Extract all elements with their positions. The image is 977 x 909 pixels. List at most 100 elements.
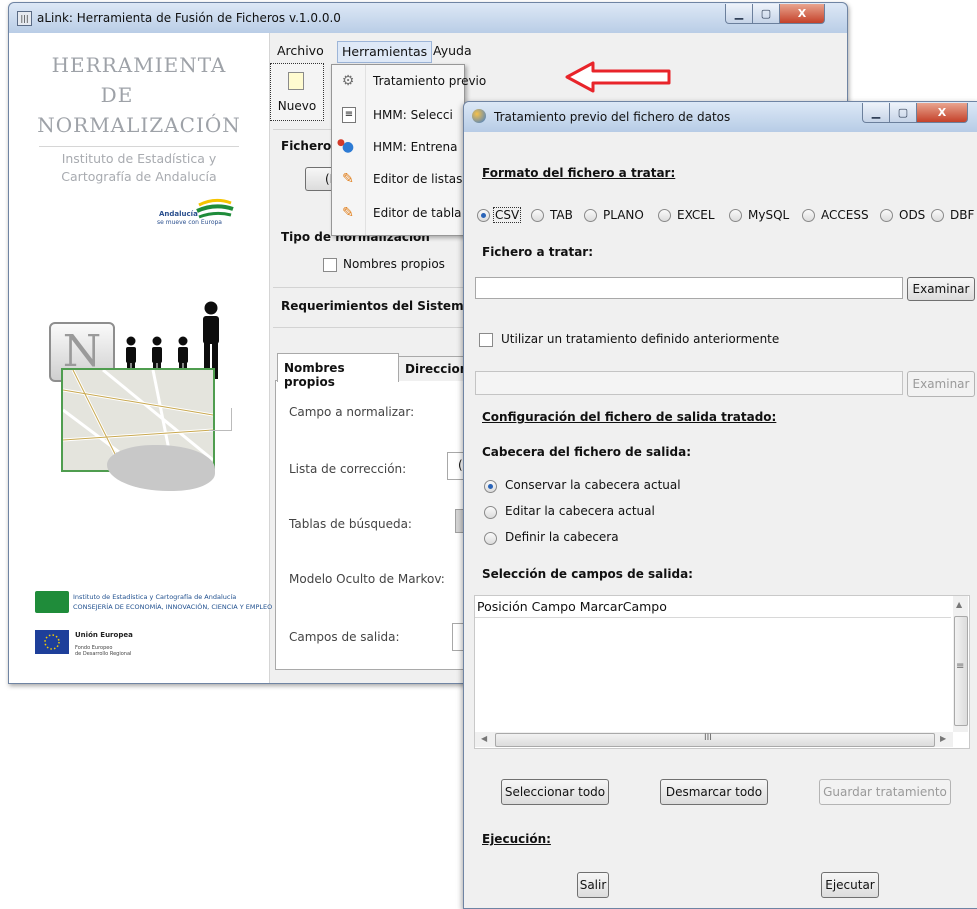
- formato-heading: Formato del fichero a tratar:: [482, 166, 676, 180]
- format-option-tab[interactable]: TAB: [531, 205, 577, 225]
- campo-normalizar-label: Campo a normalizar:: [289, 405, 415, 419]
- conservar-cabecera-radio[interactable]: [484, 480, 497, 493]
- tratamiento-input[interactable]: [475, 371, 903, 395]
- usar-tratamiento-checkbox[interactable]: [479, 333, 493, 347]
- radio-button[interactable]: [931, 209, 944, 222]
- molecule-icon-red: ●: [337, 138, 345, 148]
- editar-cabecera-label: Editar la cabecera actual: [505, 504, 655, 518]
- fichero-tratar-label: Fichero a tratar:: [482, 245, 594, 259]
- nombres-propios-checkbox[interactable]: [323, 258, 337, 272]
- format-option-dbf[interactable]: DBF: [931, 205, 977, 225]
- examinar-disabled-button[interactable]: Examinar: [907, 371, 975, 397]
- map-corner-line: [209, 408, 232, 431]
- footer-consejeria-text: CONSEJERÍA DE ECONOMÍA, INNOVACIÓN, CIEN…: [73, 603, 273, 611]
- region-map-silhouette: [107, 445, 215, 491]
- footer-eu-fund-2: de Desarrollo Regional: [75, 651, 132, 657]
- close-button[interactable]: X: [779, 4, 825, 24]
- menu-item-hmm-seleccion[interactable]: ≡ HMM: Selecci: [332, 101, 464, 131]
- radio-button[interactable]: [477, 209, 490, 222]
- scroll-right-arrow[interactable]: ▶: [940, 734, 946, 743]
- definir-cabecera-label: Definir la cabecera: [505, 530, 619, 544]
- conservar-cabecera-label: Conservar la cabecera actual: [505, 478, 681, 492]
- examinar-button[interactable]: Examinar: [907, 277, 975, 301]
- maximize-button[interactable]: ▢: [752, 4, 780, 24]
- branding-panel: HERRAMIENTA DE NORMALIZACIÓN Instituto d…: [9, 33, 273, 683]
- format-label: EXCEL: [677, 208, 715, 222]
- campos-table[interactable]: Posición Campo MarcarCampo ▲ ≡ ◀ III ▶: [474, 595, 970, 749]
- format-option-csv[interactable]: CSV: [477, 205, 525, 225]
- horizontal-scrollbar[interactable]: ◀ III ▶: [475, 732, 953, 747]
- format-option-mysql[interactable]: MySQL: [729, 205, 795, 225]
- menu-ayuda[interactable]: Ayuda: [429, 41, 476, 61]
- format-label: ODS: [899, 208, 926, 222]
- format-option-plano[interactable]: PLANO: [584, 205, 650, 225]
- nuevo-button[interactable]: Nuevo: [270, 63, 324, 121]
- section-divider-2: [273, 327, 473, 328]
- menu-item-label: HMM: Entrena: [373, 140, 458, 154]
- tratamiento-dialog: Tratamiento previo del fichero de datos …: [463, 101, 977, 909]
- format-option-excel[interactable]: EXCEL: [658, 205, 722, 225]
- menu-item-label: Editor de tabla: [373, 206, 462, 220]
- cabecera-heading: Cabecera del fichero de salida:: [482, 445, 691, 459]
- tablas-busqueda-label: Tablas de búsqueda:: [289, 517, 412, 531]
- radio-button[interactable]: [531, 209, 544, 222]
- menu-item-editor-listas[interactable]: ✎ Editor de listas: [332, 165, 464, 195]
- pencil-icon: ✎: [342, 171, 354, 187]
- desmarcar-todo-button[interactable]: Desmarcar todo: [660, 779, 768, 805]
- radio-button[interactable]: [584, 209, 597, 222]
- horizontal-scroll-thumb[interactable]: III: [495, 733, 935, 747]
- campos-salida-label: Campos de salida:: [289, 630, 400, 644]
- vertical-scroll-thumb[interactable]: ≡: [954, 616, 968, 726]
- radio-button[interactable]: [880, 209, 893, 222]
- dialog-minimize-button[interactable]: ▁: [862, 103, 890, 123]
- menu-item-editor-tablas[interactable]: ✎ Editor de tabla: [332, 199, 464, 229]
- radio-button[interactable]: [802, 209, 815, 222]
- dialog-title-bar[interactable]: Tratamiento previo del fichero de datos …: [464, 102, 977, 132]
- annotation-arrow-icon: [565, 61, 671, 93]
- institute-line-1: Instituto de Estadística y: [61, 151, 217, 166]
- editar-cabecera-radio[interactable]: [484, 506, 497, 519]
- format-option-access[interactable]: ACCESS: [802, 205, 876, 225]
- menu-item-label: HMM: Selecci: [373, 108, 453, 122]
- minimize-button[interactable]: ▁: [725, 4, 753, 24]
- scroll-left-arrow[interactable]: ◀: [481, 734, 487, 743]
- dialog-close-button[interactable]: X: [916, 103, 968, 123]
- definir-cabecera-radio[interactable]: [484, 532, 497, 545]
- format-label: CSV: [493, 207, 522, 223]
- java-app-icon: [472, 109, 486, 123]
- modelo-markov-label: Modelo Oculto de Markov:: [289, 572, 445, 586]
- brand-line-3: NORMALIZACIÓN: [37, 113, 241, 137]
- nuevo-label: Nuevo: [277, 99, 317, 113]
- main-title-bar[interactable]: ||| aLink: Herramienta de Fusión de Fich…: [9, 3, 847, 33]
- menu-item-tratamiento-previo[interactable]: ⚙ Tratamiento previo: [332, 67, 487, 97]
- horizontal-grip: III: [704, 733, 712, 743]
- brand-line-2: DE: [100, 83, 134, 107]
- document-icon: ≡: [342, 107, 356, 123]
- fichero-tratar-input[interactable]: [475, 277, 903, 299]
- eu-flag-icon: [35, 630, 69, 654]
- dialog-maximize-button[interactable]: ▢: [889, 103, 917, 123]
- nombres-propios-label: Nombres propios: [343, 257, 445, 271]
- format-label: DBF: [950, 208, 975, 222]
- andalucia-logo-text-1: Andalucía: [159, 210, 198, 218]
- radio-button[interactable]: [658, 209, 671, 222]
- lista-correccion-fragment: (: [458, 458, 463, 472]
- menu-item-hmm-entrena[interactable]: ● ● HMM: Entrena: [332, 133, 464, 163]
- format-label: PLANO: [603, 208, 644, 222]
- menu-archivo[interactable]: Archivo: [273, 41, 328, 61]
- config-heading: Configuración del fichero de salida trat…: [482, 410, 777, 424]
- tab-nombres-propios[interactable]: Nombres propios: [277, 353, 399, 389]
- footer-institute-text: Instituto de Estadística y Cartografía d…: [73, 593, 237, 601]
- scroll-up-arrow[interactable]: ▲: [956, 600, 962, 609]
- ejecutar-button[interactable]: Ejecutar: [821, 872, 879, 898]
- vertical-scrollbar[interactable]: ▲ ≡: [953, 596, 968, 732]
- radio-button[interactable]: [729, 209, 742, 222]
- format-option-ods[interactable]: ODS: [880, 205, 926, 225]
- guardar-tratamiento-button[interactable]: Guardar tratamiento: [819, 779, 951, 805]
- usar-tratamiento-label: Utilizar un tratamiento definido anterio…: [501, 332, 780, 346]
- menu-herramientas[interactable]: Herramientas: [337, 41, 433, 63]
- salir-button[interactable]: Salir: [577, 872, 609, 898]
- main-window-title: aLink: Herramienta de Fusión de Ficheros…: [37, 11, 341, 25]
- seleccionar-todo-button[interactable]: Seleccionar todo: [501, 779, 609, 805]
- footer-eu-title: Unión Europea: [75, 631, 133, 639]
